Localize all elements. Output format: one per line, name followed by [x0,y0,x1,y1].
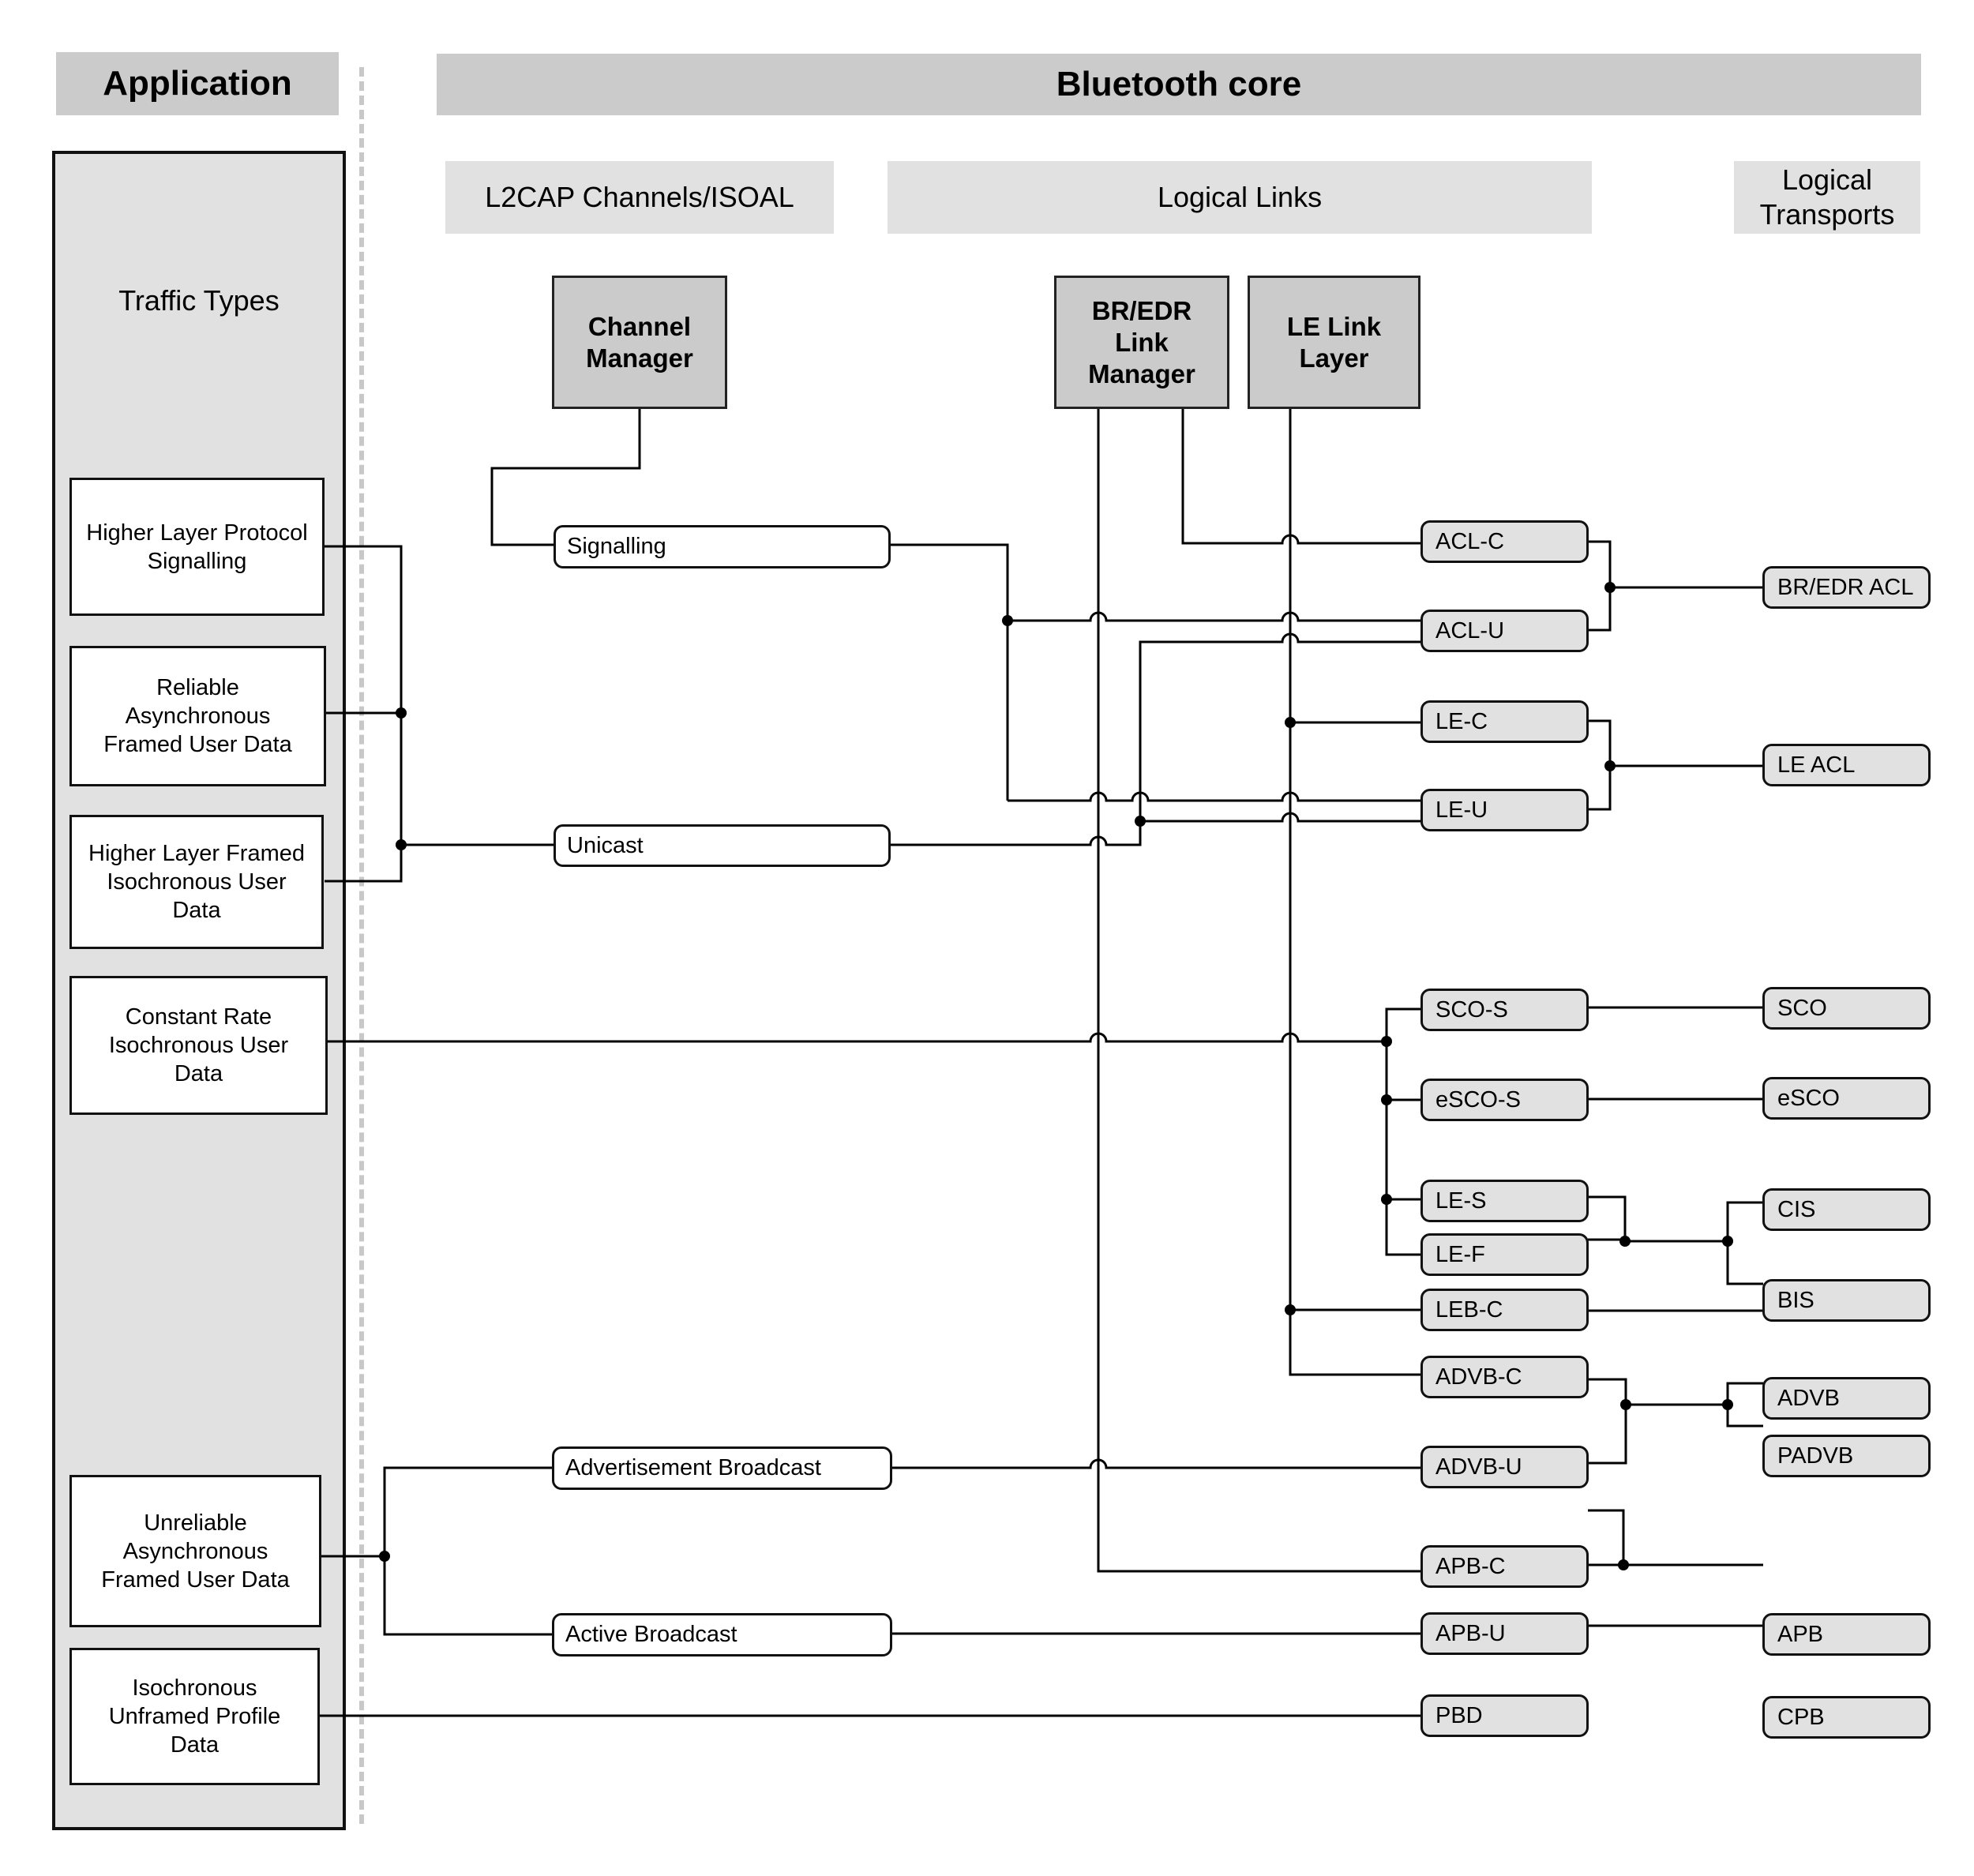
logical-link-acl-c: ACL-C [1420,520,1589,563]
wire-unicast-out [891,632,1421,846]
junction-dot [1135,816,1146,827]
logical-transport-cpb: CPB [1762,1696,1931,1739]
logical-transport-cis: CIS [1762,1188,1931,1231]
logical-link-le-f: LE-F [1420,1233,1589,1276]
junction-dot [1618,1559,1629,1570]
wire-acl-u-top [1008,611,1421,622]
wire-constant-rate [328,1032,1387,1043]
junction-dot [1604,582,1616,593]
logical-transport-le-acl: LE ACL [1762,744,1931,786]
logical-link-apb-u: APB-U [1420,1612,1589,1655]
junction-dot [396,839,407,850]
wire-adv-broadcast-out [892,1458,1421,1469]
logical-transport-padvb: PADVB [1762,1435,1931,1477]
logical-link-acl-u: ACL-U [1420,610,1589,652]
junction-dot [1381,1194,1392,1205]
wire-bredr-acl-c [1181,409,1421,545]
logical-transport-apb: APB [1762,1613,1931,1656]
connection-wires [320,409,1763,1717]
channel-active-broadcast: Active Broadcast [552,1613,892,1657]
junction-dot [1285,717,1296,728]
junction-dot [1620,1399,1631,1410]
junction-dot [1619,1236,1631,1247]
logical-link-sco-s: SCO-S [1420,989,1589,1031]
logical-transport-advb: ADVB [1762,1377,1931,1420]
logical-link-le-s: LE-S [1420,1180,1589,1222]
logical-link-esco-s: eSCO-S [1420,1079,1589,1121]
channel-unicast: Unicast [554,824,891,867]
junction-dot [379,1551,390,1562]
junction-dot [1722,1236,1733,1247]
logical-link-le-u: LE-U [1420,789,1589,831]
logical-link-advb-u: ADVB-U [1420,1446,1589,1488]
junction-dot [1381,1094,1392,1105]
logical-transport-bis: BIS [1762,1279,1931,1322]
wire-bredr-vertical-1 [1097,409,1421,1573]
wire-signalling-out [891,543,1009,801]
junction-dot [396,707,407,719]
logical-transport-esco: eSCO [1762,1077,1931,1120]
junction-dot [1722,1399,1733,1410]
wire-unicast-le-u [1140,812,1421,823]
junction-dot [1381,1036,1392,1047]
junction-dot [1285,1304,1296,1315]
logical-link-advb-c: ADVB-C [1420,1356,1589,1398]
channel-advertisement-broadcast: Advertisement Broadcast [552,1446,892,1490]
logical-link-le-c: LE-C [1420,700,1589,743]
junction-dot [1604,760,1616,771]
channel-signalling: Signalling [554,525,891,568]
logical-link-pbd: PBD [1420,1694,1589,1737]
wire-le-u-top [1008,791,1421,802]
logical-link-leb-c: LEB-C [1420,1289,1589,1331]
logical-transport-bredr-acl: BR/EDR ACL [1762,566,1931,609]
wire-sync-bus [1385,1007,1421,1256]
junction-dot [1002,615,1013,626]
wire-le-vertical [1289,409,1421,1376]
logical-link-apb-c: APB-C [1420,1545,1589,1588]
logical-transport-sco: SCO [1762,987,1931,1030]
wire-broadcast-bus [383,1466,553,1636]
